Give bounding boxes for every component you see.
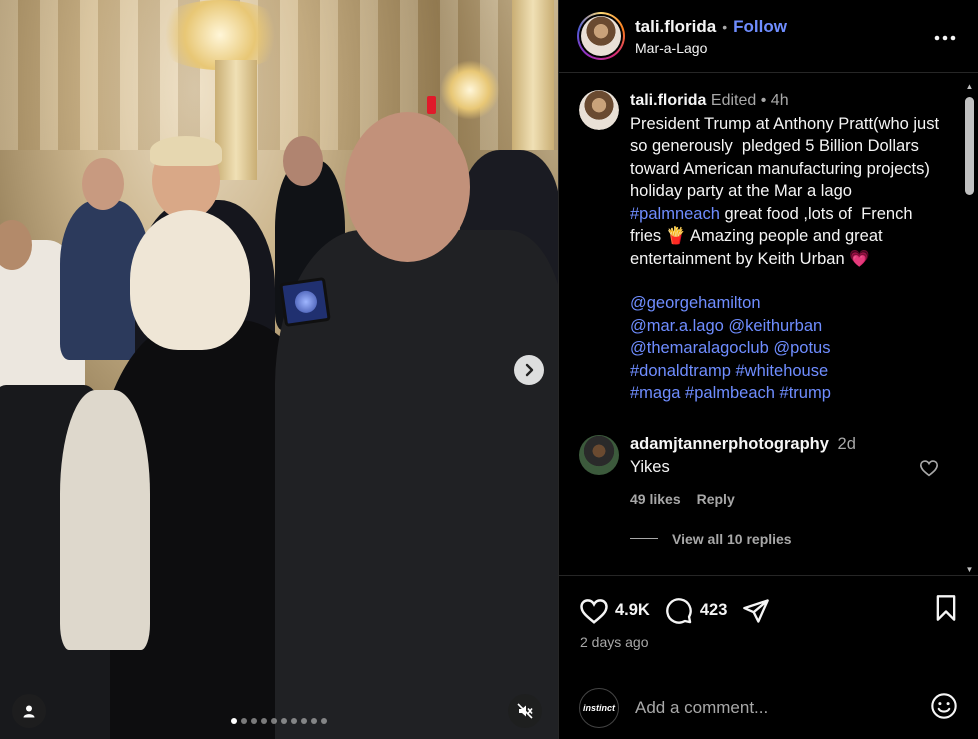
carousel-dot (321, 718, 327, 724)
scrollbar[interactable]: ▲ ▼ (963, 80, 976, 575)
carousel-indicator (0, 718, 558, 724)
emoji-button[interactable] (930, 692, 958, 725)
commenter-avatar[interactable] (579, 434, 619, 475)
more-options-button[interactable] (934, 24, 956, 44)
carousel-dot (311, 718, 317, 724)
next-slide-button[interactable] (514, 355, 544, 385)
hashtag-link[interactable]: #whitehouse (736, 362, 829, 380)
caption-author-avatar[interactable] (579, 90, 619, 130)
heart-icon (580, 598, 608, 624)
wall-sconce (440, 60, 500, 120)
edited-label: Edited (710, 92, 757, 109)
like-button[interactable]: 4.9K (579, 597, 650, 625)
carousel-dot (251, 718, 257, 724)
dining-table (60, 390, 150, 650)
save-button[interactable] (934, 594, 958, 627)
share-button[interactable] (741, 597, 771, 625)
comment-input[interactable] (635, 698, 930, 718)
like-comment-button[interactable] (919, 459, 939, 482)
gold-column (215, 60, 257, 180)
mention-link[interactable]: @keithurban (728, 317, 822, 335)
caption-text: President Trump at Anthony Pratt(who jus… (630, 114, 944, 268)
comment-button[interactable]: 423 (664, 597, 728, 625)
hashtag-link[interactable]: #palmbeach (685, 384, 775, 402)
bookmark-icon (936, 595, 956, 621)
comment-time: 2d (837, 434, 856, 453)
comment-count: 423 (699, 601, 728, 619)
comment-icon (666, 597, 692, 624)
post-time: 4h (770, 92, 789, 109)
exit-sign (427, 96, 436, 114)
guest-hair (150, 136, 222, 166)
caption-tags: @georgehamilton @mar.a.lago @keithurban … (630, 292, 943, 405)
hashtag-link[interactable]: #donaldtramp (630, 362, 731, 380)
guest-head (283, 136, 323, 186)
post-media[interactable] (0, 0, 558, 739)
post-details-panel: tali.florida • Follow Mar-a-Lago tali.fl… (558, 0, 978, 739)
like-count: 4.9K (615, 601, 650, 619)
scroll-up-arrow[interactable]: ▲ (963, 80, 976, 92)
scrollbar-thumb[interactable] (965, 97, 974, 195)
comment-likes[interactable]: 49 likes (630, 491, 681, 507)
view-replies-button[interactable]: View all 10 replies (630, 531, 978, 547)
mention-link[interactable]: @themaralagoclub (630, 339, 769, 357)
scroll-down-arrow[interactable]: ▼ (963, 563, 976, 575)
guest-head (82, 158, 124, 210)
caption-block: tali.florida Edited • 4h President Trump… (559, 74, 978, 405)
follow-button[interactable]: Follow (733, 17, 787, 37)
guest-hair (130, 210, 250, 350)
comment-item: adamjtannerphotography 2d Yikes 49 likes… (559, 434, 978, 507)
separator-dot: • (722, 18, 728, 35)
commenter-username[interactable]: adamjtannerphotography (630, 435, 829, 453)
hashtag-link[interactable]: #maga (630, 384, 680, 402)
add-comment-bar: instinct (579, 688, 958, 728)
emoji-icon (931, 692, 957, 719)
author-avatar[interactable] (577, 12, 625, 60)
gold-column (512, 0, 554, 150)
author-username[interactable]: tali.florida (635, 17, 716, 37)
carousel-dot (281, 718, 287, 724)
carousel-dot (261, 718, 267, 724)
comments-scroll-area[interactable]: tali.florida Edited • 4h President Trump… (559, 74, 978, 576)
share-icon (743, 598, 770, 623)
carousel-dot (271, 718, 277, 724)
carousel-dot (291, 718, 297, 724)
carousel-dot (231, 718, 237, 724)
posted-time: 2 days ago (580, 634, 649, 650)
mention-link[interactable]: @potus (773, 339, 830, 357)
mention-link[interactable]: @mar.a.lago (630, 317, 724, 335)
caption-username[interactable]: tali.florida (630, 92, 706, 109)
comment-text: Yikes (630, 457, 670, 476)
hashtag-link[interactable]: #palmneach (630, 205, 720, 223)
carousel-dot (241, 718, 247, 724)
guest-head (345, 112, 470, 262)
separator-dot: • (760, 92, 767, 109)
mute-icon (517, 703, 533, 719)
post-header: tali.florida • Follow Mar-a-Lago (559, 0, 978, 73)
mention-link[interactable]: @georgehamilton (630, 294, 761, 312)
heart-icon (919, 459, 939, 476)
hashtag-link[interactable]: #trump (780, 384, 831, 402)
more-icon (934, 35, 956, 41)
post-actions: 4.9K 423 (579, 594, 958, 627)
carousel-dot (301, 718, 307, 724)
reply-button[interactable]: Reply (697, 491, 735, 507)
location-link[interactable]: Mar-a-Lago (635, 40, 787, 56)
smartphone (279, 277, 331, 327)
next-arrow-icon (525, 363, 534, 377)
current-user-avatar[interactable]: instinct (579, 688, 619, 728)
user-icon (23, 705, 35, 718)
